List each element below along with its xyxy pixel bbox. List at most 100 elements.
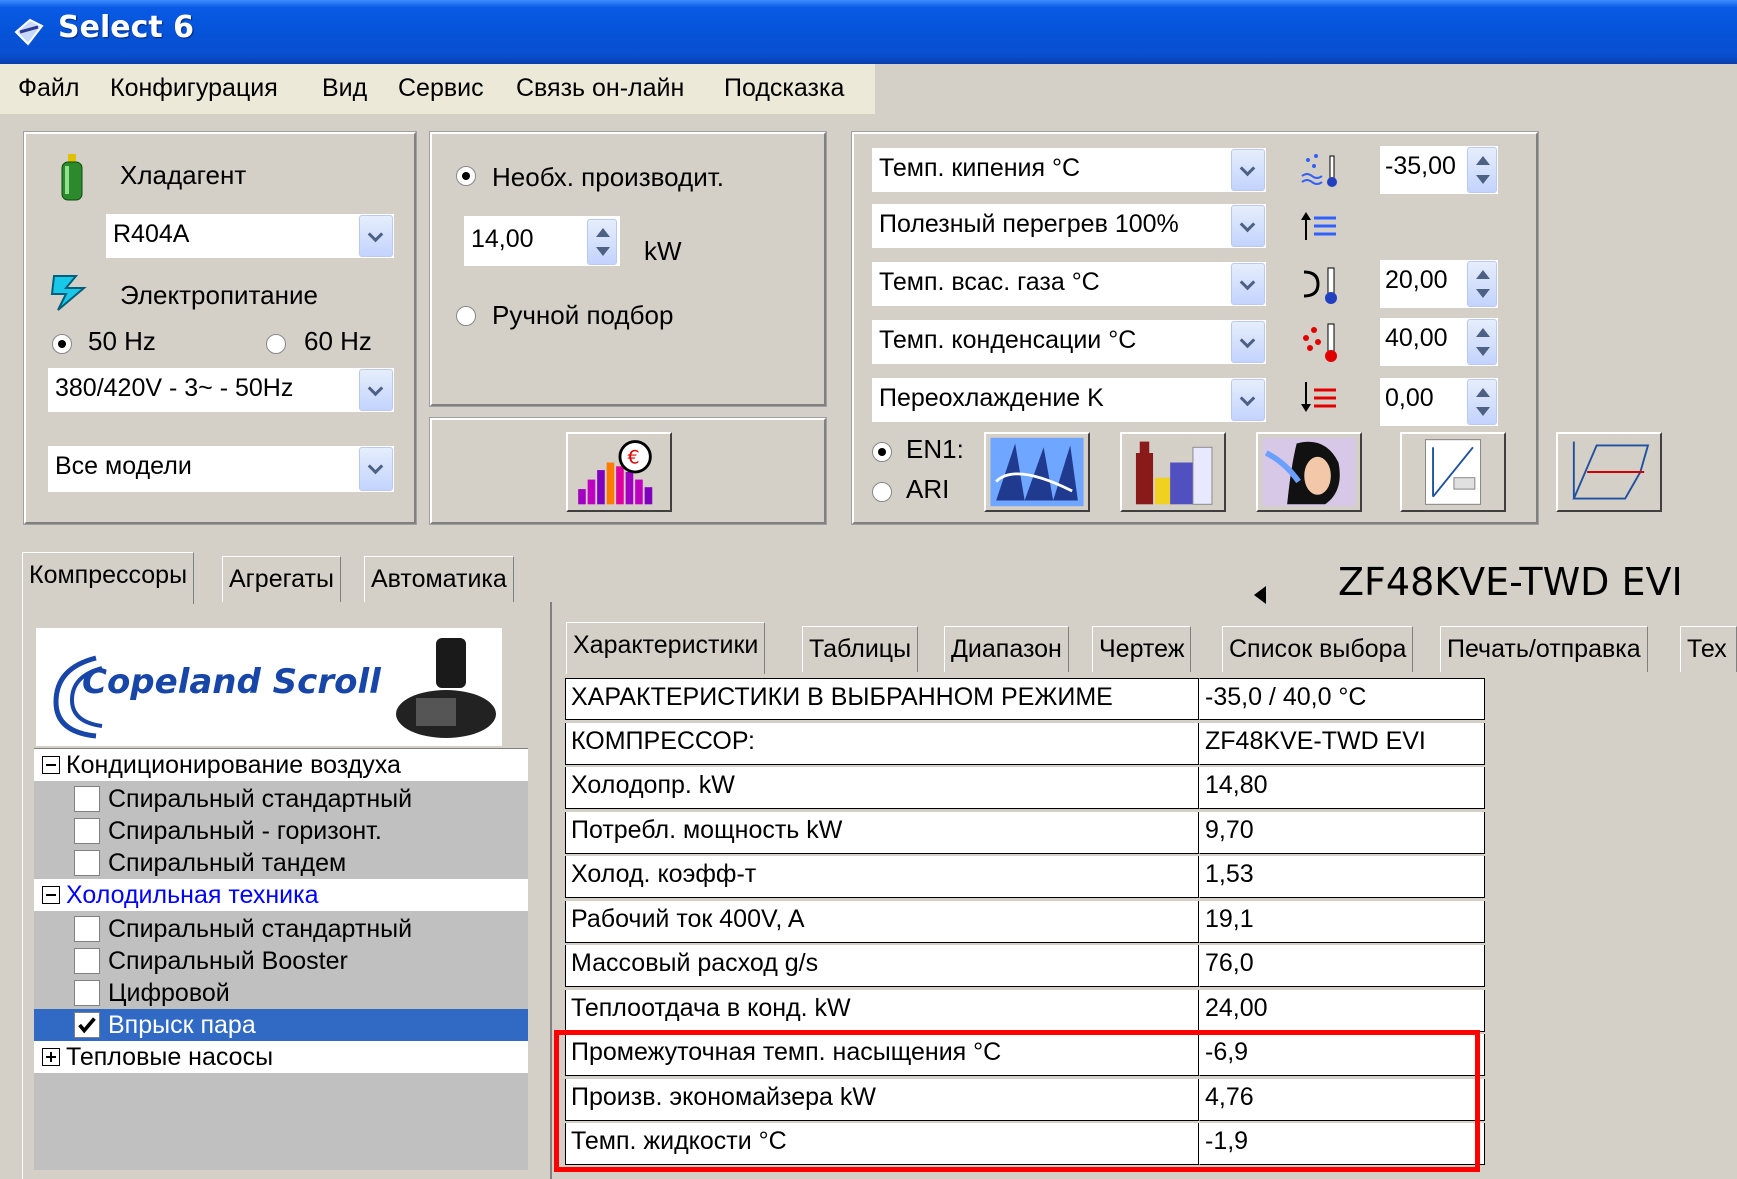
menu-view[interactable]: Вид [322,74,367,103]
tree-item-label: Спиральный Booster [108,947,348,975]
tree-group-label: Холодильная техника [66,881,319,909]
condensation-icon [1303,323,1337,362]
checkbox-checked[interactable] [74,1012,100,1038]
subcooling-icon [1301,382,1336,412]
tab-range[interactable]: Диапазон [944,626,1069,672]
application-cold-button[interactable] [984,432,1090,512]
superheat-icon [1301,212,1336,240]
models-select[interactable]: Все модели [48,446,394,492]
chevron-down-icon[interactable] [359,369,393,411]
tree-item-label: Спиральный стандартный [108,785,413,813]
price-button[interactable]: € [566,432,672,512]
cond-temp-select[interactable]: Темп. конденсации °C [872,320,1266,364]
voltage-select[interactable]: 380/420V - 3~ - 50Hz [48,368,394,412]
evap-temp-value: -35,00 [1385,152,1456,180]
tab-tables[interactable]: Таблицы [802,626,919,672]
tree-item[interactable]: Спиральный - горизонт. [34,815,528,847]
subcooling-spinner[interactable] [1467,379,1497,425]
menu-online[interactable]: Связь он-лайн [516,74,684,103]
checkbox[interactable] [74,980,100,1006]
tree-item[interactable]: Впрыск пара [34,1009,528,1041]
menu-service[interactable]: Сервис [398,74,484,103]
subcooling-input[interactable]: 0,00 [1380,378,1498,426]
chevron-down-icon[interactable] [1231,321,1265,363]
title-bar[interactable]: Select 6 [0,0,1737,64]
tab-controls[interactable]: Автоматика [364,556,514,602]
suction-temp-select[interactable]: Темп. всас. газа °C [872,262,1266,306]
tab-drawing[interactable]: Чертеж [1092,626,1192,672]
suction-temp-input[interactable]: 20,00 [1380,260,1498,308]
envelope-button[interactable] [1556,432,1662,512]
tree-item[interactable]: Спиральный Booster [34,945,528,977]
required-capacity-radio[interactable] [456,166,476,186]
checkbox[interactable] [74,948,100,974]
chevron-down-icon[interactable] [359,215,393,257]
collapse-minus-icon[interactable] [42,756,60,774]
tab-units[interactable]: Агрегаты [222,556,341,602]
evap-temp-select[interactable]: Темп. кипения °C [872,148,1266,192]
result-value: 14,80 [1199,767,1485,809]
application-products-button[interactable] [1120,432,1226,512]
products-icon [1135,441,1213,505]
checkbox[interactable] [74,916,100,942]
chevron-down-icon[interactable] [1231,379,1265,421]
superheat-select[interactable]: Полезный перегрев 100% [872,204,1266,248]
cond-temp-spinner[interactable] [1467,319,1497,365]
chevron-down-icon[interactable] [359,447,393,491]
ari-label: ARI [906,474,950,504]
checkbox[interactable] [74,786,100,812]
svg-text:€: € [628,446,640,468]
tree-item[interactable]: Спиральный стандартный [34,783,528,815]
ari-radio[interactable] [872,482,892,502]
suction-gas-icon [1303,267,1337,304]
suction-temp-value: 20,00 [1385,266,1448,294]
hz50-radio[interactable] [52,334,72,354]
application-comfort-button[interactable] [1256,432,1362,512]
tab-compressors[interactable]: Компрессоры [22,552,195,604]
result-key: ХАРАКТЕРИСТИКИ В ВЫБРАННОМ РЕЖИМЕ [565,678,1199,720]
tree-group[interactable]: Кондиционирование воздуха [34,749,528,781]
checkbox[interactable] [74,850,100,876]
tree-item[interactable]: Спиральный тандем [34,847,528,879]
checkbox[interactable] [74,818,100,844]
tree-group-label: Тепловые насосы [66,1043,274,1071]
chevron-down-icon[interactable] [1231,149,1265,191]
menu-help[interactable]: Подсказка [724,74,844,103]
model-name: ZF48KVE-TWD EVI [1338,560,1683,604]
evap-temp-spinner[interactable] [1467,147,1497,193]
result-key: Холод. коэфф-т [565,856,1199,898]
evap-temp-input[interactable]: -35,00 [1380,146,1498,194]
refrigerant-select[interactable]: R404A [106,214,394,258]
suction-temp-spinner[interactable] [1467,261,1497,307]
manual-select-radio[interactable] [456,306,476,326]
cond-temp-input[interactable]: 40,00 [1380,318,1498,366]
menu-configuration[interactable]: Конфигурация [110,74,278,103]
report-button[interactable] [1400,432,1506,512]
refrigerant-value: R404A [113,220,190,248]
chevron-down-icon[interactable] [1231,263,1265,305]
app-icon [14,18,44,46]
tree-group[interactable]: Тепловые насосы [34,1041,528,1073]
tree-group[interactable]: Холодильная техника [34,879,528,911]
menu-file[interactable]: Файл [18,74,79,103]
tree-item[interactable]: Спиральный стандартный [34,913,528,945]
tab-print-send[interactable]: Печать/отправка [1440,626,1648,672]
result-value: 1,53 [1199,856,1485,898]
result-value: ZF48KVE-TWD EVI [1199,722,1485,765]
en-label: EN1: [906,434,964,464]
triangle-left-icon[interactable] [1254,586,1266,604]
expand-plus-icon[interactable] [42,1048,60,1066]
hz60-radio[interactable] [266,334,286,354]
subcooling-select[interactable]: Переохлаждение K [872,378,1266,422]
result-key: Теплоотдача в конд. kW [565,989,1199,1032]
tab-selection-list[interactable]: Список выбора [1222,626,1414,672]
collapse-minus-icon[interactable] [42,886,60,904]
capacity-spinner[interactable] [587,219,617,265]
tab-characteristics[interactable]: Характеристики [566,622,766,674]
tree-item[interactable]: Цифровой [34,977,528,1009]
comfort-face-icon [1262,437,1356,507]
en-radio[interactable] [872,442,892,462]
chevron-down-icon[interactable] [1231,205,1265,247]
capacity-input[interactable]: 14,00 [464,216,620,266]
tab-technical[interactable]: Тех [1680,626,1737,672]
